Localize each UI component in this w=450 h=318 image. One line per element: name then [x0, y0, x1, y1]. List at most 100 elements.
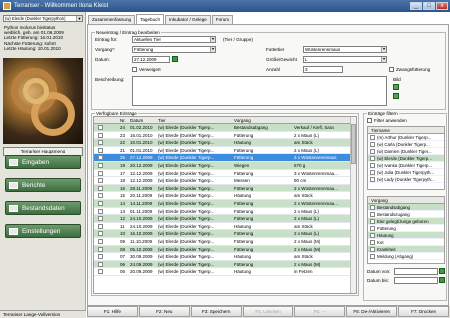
list-item[interactable]: Bestandszugang [368, 211, 444, 218]
list-checkbox[interactable] [370, 177, 375, 182]
table-row[interactable]: 15 20.11.2009 (w) Elerde (Dunkler Tigerp..… [94, 192, 356, 200]
row-checkbox[interactable] [98, 246, 103, 252]
row-checkbox[interactable] [98, 238, 103, 244]
list-checkbox[interactable] [370, 219, 375, 224]
fkey-drucken[interactable]: F7: Drucken [398, 306, 450, 317]
list-item[interactable]: Bestandsabgang [368, 204, 444, 211]
list-checkbox[interactable] [370, 205, 375, 210]
list-item[interactable]: Krankheit [368, 246, 444, 253]
list-checkbox[interactable] [370, 254, 375, 259]
row-checkbox[interactable] [98, 178, 103, 184]
image-add-icon[interactable] [393, 84, 399, 90]
list-item[interactable]: Häutung [368, 232, 444, 239]
fkey-loeschen[interactable]: F4: Löschen [242, 306, 294, 317]
list-item[interactable]: (w) Ivanka (Dunkler Tigerp... [368, 162, 444, 169]
zwangsfuetterung-checkbox[interactable] [389, 67, 394, 72]
list-checkbox[interactable] [370, 226, 375, 231]
list-checkbox[interactable] [370, 163, 375, 168]
image-view-icon[interactable] [393, 93, 399, 99]
list-item[interactable]: (w) Carla (Dunkler Tigerp... [368, 141, 444, 148]
list-item[interactable]: Kot [368, 239, 444, 246]
anzahl-input[interactable]: 3 [303, 66, 343, 73]
table-row[interactable]: 16 28.11.2009 (w) Elerde (Dunkler Tigerp..… [94, 184, 356, 193]
calendar-icon[interactable] [172, 56, 178, 62]
tab-tagebuch[interactable]: Tagebuch [136, 14, 165, 24]
table-row[interactable]: 19 20.12.2009 (w) Elerde (Dunkler Tigerp..… [94, 161, 356, 170]
row-checkbox[interactable] [98, 162, 103, 168]
table-row[interactable]: 23 16.01.2010 (w) Elerde (Dunkler Tigerp..… [94, 132, 356, 140]
futtertier-select[interactable]: Wüstenrennmaus ▼ [303, 46, 387, 53]
eintrag-fuer-select[interactable]: Aktuelles Tier ▼ [132, 36, 216, 43]
list-checkbox[interactable] [370, 142, 375, 147]
list-checkbox[interactable] [370, 156, 375, 161]
list-checkbox[interactable] [370, 135, 375, 140]
table-row[interactable]: 17 12.12.2009 (w) Elerde (Dunkler Tigerp..… [94, 170, 356, 178]
list-checkbox[interactable] [370, 240, 375, 245]
list-checkbox[interactable] [370, 212, 375, 217]
maximize-button[interactable]: □ [423, 2, 435, 10]
tab-forum[interactable]: Forum [211, 15, 234, 24]
row-checkbox[interactable] [98, 200, 103, 206]
fkey-hilfe[interactable]: F1: Hilfe [87, 306, 138, 317]
beschreibung-textarea[interactable] [132, 76, 387, 106]
table-row[interactable]: 24 01.02.2010 (w) Elerde (Dunkler Tigerp..… [94, 124, 356, 132]
tab-inkubator[interactable]: Inkubator / Gelege [165, 15, 211, 24]
calendar-icon[interactable] [439, 277, 445, 283]
animal-select[interactable]: (w) Elerde (Dunkler Tigerpython) ▼ [3, 15, 83, 22]
row-checkbox[interactable] [98, 147, 103, 153]
row-checkbox[interactable] [98, 155, 103, 161]
row-checkbox[interactable] [98, 193, 103, 199]
minimize-button[interactable]: _ [410, 2, 422, 10]
vorgang-select[interactable]: Fütterung ▼ [132, 46, 216, 53]
table-row[interactable]: 22 10.01.2010 (w) Elerde (Dunkler Tigerp..… [94, 139, 356, 147]
list-item[interactable]: (w) Damien (Dunkler Tiger... [368, 148, 444, 155]
list-item[interactable]: (w) Elerde (Dunkler Tigerp... [368, 155, 444, 162]
row-checkbox[interactable] [98, 269, 103, 275]
row-checkbox[interactable] [98, 208, 103, 214]
datum-bis-input[interactable] [394, 277, 438, 284]
fkey-speichern[interactable]: F3: Speichern [190, 306, 242, 317]
list-item[interactable]: (w) Lady (Dunkler Tigerpyth... [368, 176, 444, 183]
close-button[interactable]: x [436, 2, 448, 10]
menu-button-eingaben[interactable]: Eingaben [5, 155, 81, 169]
list-item[interactable]: (w) Julia (Dunkler Tigerpyth... [368, 169, 444, 176]
list-item[interactable]: Fütterung [368, 225, 444, 232]
list-checkbox[interactable] [370, 247, 375, 252]
scroll-thumb[interactable] [351, 124, 356, 164]
table-row[interactable]: 25 27.12.2009 (w) Elerde (Dunkler Tigerp..… [94, 154, 356, 162]
list-checkbox[interactable] [370, 233, 375, 238]
fkey-neu[interactable]: F2: Neu [138, 306, 190, 317]
fkey-f5[interactable]: F5: --- [294, 306, 346, 317]
row-checkbox[interactable] [98, 185, 103, 191]
groesse-select[interactable]: L ▼ [303, 56, 387, 63]
row-checkbox[interactable] [98, 231, 103, 237]
filter-apply-checkbox[interactable] [367, 118, 372, 123]
row-checkbox[interactable] [98, 223, 103, 229]
row-checkbox[interactable] [98, 254, 103, 260]
row-checkbox[interactable] [98, 140, 103, 146]
row-checkbox[interactable] [98, 132, 103, 138]
table-row[interactable]: 08 05.10.2009 (w) Elerde (Dunkler Tigerp..… [94, 245, 356, 254]
row-checkbox[interactable] [98, 125, 103, 130]
menu-button-einstellungen[interactable]: Einstellungen [5, 224, 81, 238]
table-row[interactable]: 06 24.09.2009 (w) Elerde (Dunkler Tigerp..… [94, 260, 356, 269]
table-scrollbar[interactable] [350, 117, 356, 293]
list-checkbox[interactable] [370, 170, 375, 175]
verweigert-checkbox[interactable] [132, 67, 137, 72]
datum-input[interactable]: 27.12.2009 [132, 56, 170, 63]
row-checkbox[interactable] [98, 170, 103, 176]
calendar-icon[interactable] [439, 268, 445, 274]
table-row[interactable]: 21 01.01.2010 (w) Elerde (Dunkler Tigerp..… [94, 147, 356, 155]
fkey-aktivieren[interactable]: F6: De-/Aktivieren [346, 306, 398, 317]
datum-von-input[interactable] [394, 268, 438, 275]
table-row[interactable]: 05 20.09.2009 (w) Elerde (Dunkler Tigerp..… [94, 268, 356, 276]
list-item[interactable]: (m) Arthur (Dunkler Tigerp... [368, 134, 444, 141]
table-row[interactable]: 07 30.09.2009 (w) Elerde (Dunkler Tigerp..… [94, 253, 356, 261]
table-row[interactable]: 10 16.10.2009 (w) Elerde (Dunkler Tigerp..… [94, 230, 356, 238]
action-filter-list[interactable]: Vorgang Bestandsabgang Bestandszugang Eier… [367, 196, 445, 264]
list-item[interactable]: Meldung (Abgang) [368, 253, 444, 260]
list-item[interactable]: Eier gelegt/Junge geboren [368, 218, 444, 225]
table-row[interactable]: 14 14.11.2009 (w) Elerde (Dunkler Tigerp..… [94, 199, 356, 208]
table-row[interactable]: 11 24.10.2009 (w) Elerde (Dunkler Tigerp..… [94, 223, 356, 231]
menu-button-berichte[interactable]: Berichte [5, 178, 81, 192]
